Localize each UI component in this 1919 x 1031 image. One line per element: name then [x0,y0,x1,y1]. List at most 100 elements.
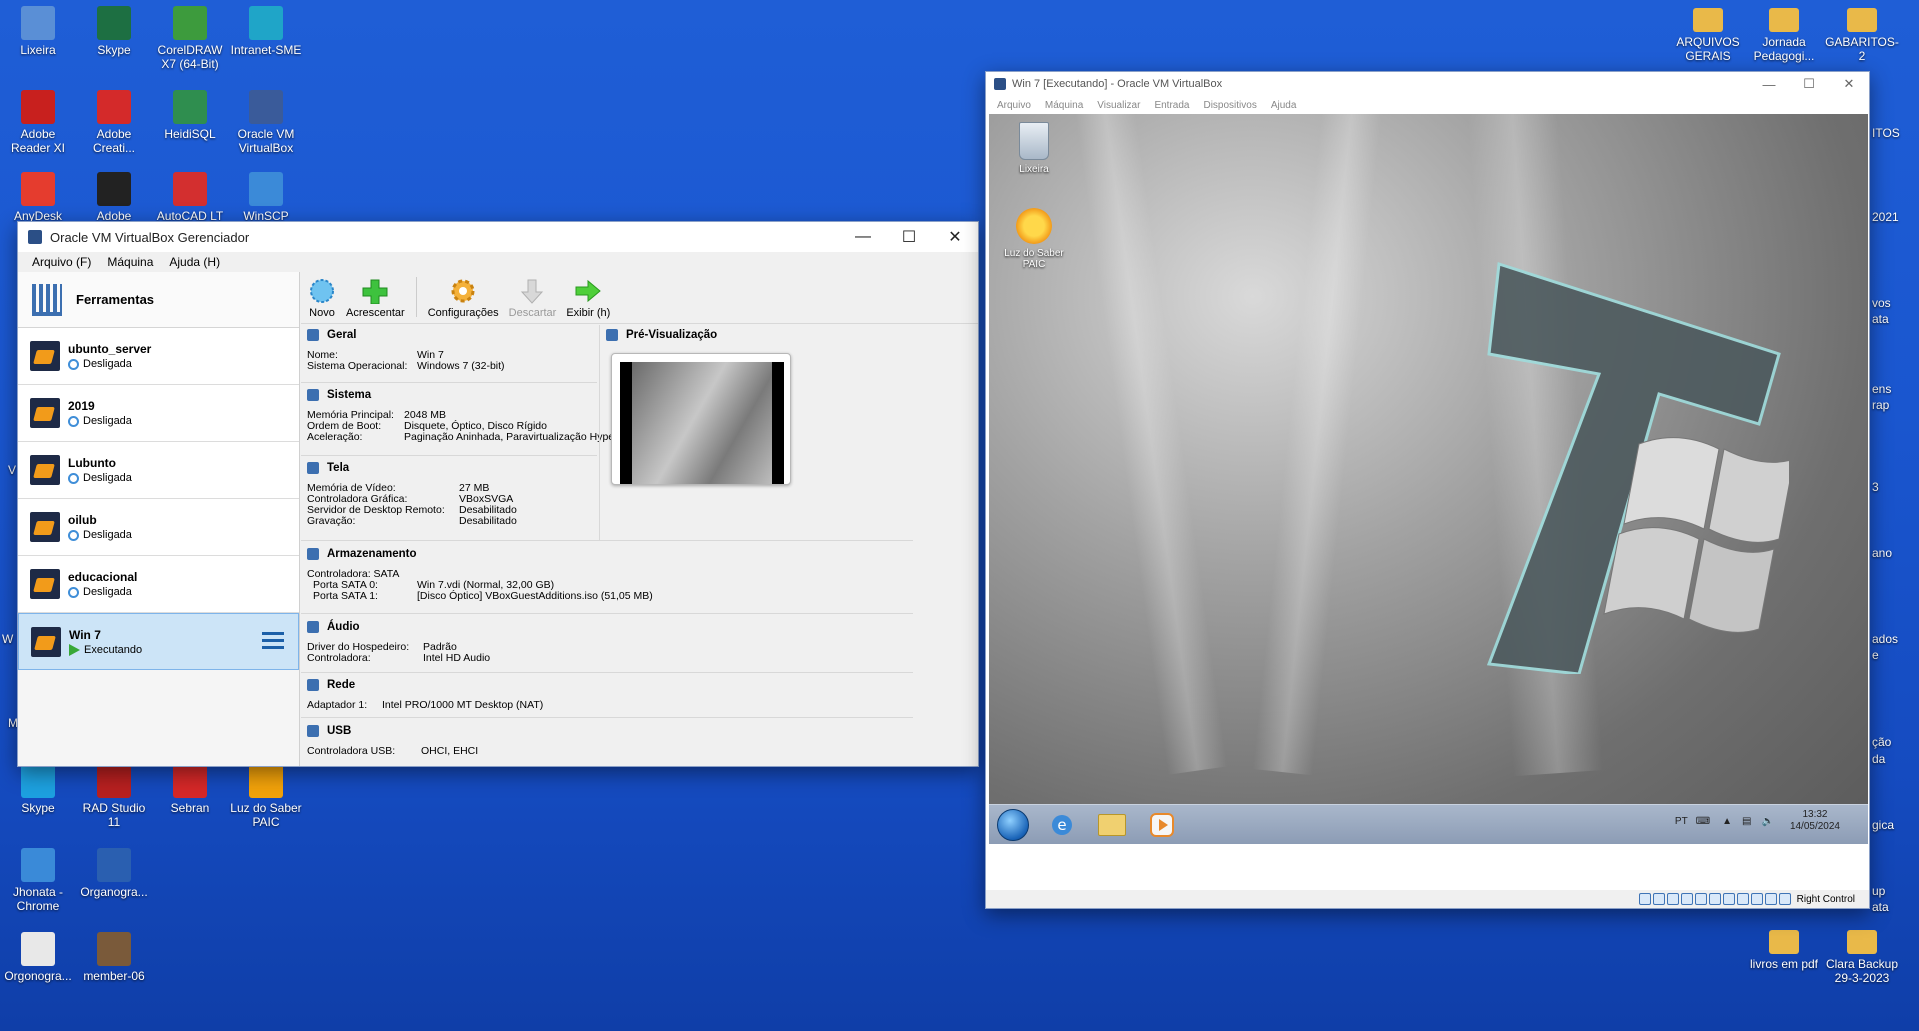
guest-menu-arquivo[interactable]: Arquivo [990,100,1038,111]
start-button[interactable] [997,808,1029,841]
acrescentar-button[interactable]: Acrescentar [341,278,410,323]
guest-menu-dispositivos[interactable]: Dispositivos [1196,100,1263,111]
mouse-status-icon[interactable] [1764,893,1777,905]
section-header[interactable]: Tela [301,458,599,478]
recording-status-icon[interactable] [1736,893,1749,905]
desktop-icon-15[interactable]: Luz do Saber PAIC [228,764,304,829]
keyboard-status-icon[interactable] [1778,893,1791,905]
minimize-button[interactable]: — [840,222,886,252]
section-header[interactable]: Áudio [301,617,599,637]
desktop-icon-jornada[interactable]: Jornada Pedagogi... [1746,8,1822,63]
vm-info: Win 7 Executando [69,628,142,656]
section-header[interactable]: Geral [301,325,599,345]
minimize-button[interactable]: — [1749,77,1789,92]
hdd-status-icon[interactable] [1638,893,1651,905]
section-header[interactable]: Pré-Visualização [600,325,799,345]
desktop-icon-6[interactable]: HeidiSQL [152,90,228,141]
desktop-icon-16[interactable]: Jhonata - Chrome [0,848,76,913]
optical-status-icon[interactable] [1652,893,1665,905]
guest-menu-maquina[interactable]: Máquina [1038,100,1090,111]
tools-item[interactable]: Ferramentas [18,272,299,328]
desktop-icon-7[interactable]: Oracle VM VirtualBox [228,90,304,155]
desktop-partial-label: W [2,632,14,646]
keyboard-icon[interactable]: ⌨ [1696,816,1710,827]
guest-menu-entrada[interactable]: Entrada [1147,100,1196,111]
desktop-icon-arquivos-gerais[interactable]: ARQUIVOS GERAIS [1670,8,1746,63]
vm-details-menu-icon[interactable] [262,632,284,652]
desktop-icon-4[interactable]: Adobe Reader XI [0,90,76,155]
desktop-icon-2[interactable]: CorelDRAW X7 (64-Bit) [152,6,228,71]
volume-icon[interactable]: 🔈 [1761,816,1773,827]
menu-arquivo[interactable]: Arquivo (F) [24,255,99,269]
guest-desktop-icon-luz-do-saber[interactable]: Luz do Saber PAIC [999,208,1069,270]
desktop-icon-19[interactable]: member-06 [76,932,152,983]
desktop-icon-0[interactable]: Lixeira [0,6,76,57]
desktop-icon-11[interactable]: WinSCP [228,172,304,223]
guest-screen[interactable]: Lixeira Luz do Saber PAIC e PT ⌨ ▲ ▤ 🔈 1… [989,114,1868,844]
divider [301,613,913,614]
virtualbox-icon [994,78,1006,90]
desktop-icon-gabaritos[interactable]: GABARITOS-2 [1824,8,1900,63]
desktop-icon-14[interactable]: Sebran [152,764,228,815]
system-tray: PT ⌨ ▲ ▤ 🔈 13:32 14/05/2024 [1675,809,1840,833]
heidisql-icon [173,90,207,124]
usb-status-icon[interactable] [1694,893,1707,905]
desktop-icon-17[interactable]: Organogra... [76,848,152,899]
cpu-status-icon[interactable] [1750,893,1763,905]
desktop-icon-5[interactable]: Adobe Creati... [76,90,152,155]
explorer-taskbar-button[interactable] [1095,810,1129,840]
vm-list-item[interactable]: Win 7 Executando [18,613,299,670]
desktop-icon-9[interactable]: Adobe [76,172,152,223]
menu-maquina[interactable]: Máquina [99,255,161,269]
shared-folder-status-icon[interactable] [1708,893,1721,905]
section-header[interactable]: Rede [301,675,801,695]
network-status-icon[interactable] [1680,893,1693,905]
manager-titlebar[interactable]: Oracle VM VirtualBox Gerenciador — ☐ ✕ [18,222,978,252]
guest-titlebar[interactable]: Win 7 [Executando] - Oracle VM VirtualBo… [986,72,1869,96]
pdf-icon [21,932,55,966]
vm-list-item[interactable]: Lubunto Desligada [18,442,299,499]
clock[interactable]: 13:32 14/05/2024 [1790,809,1840,833]
close-button[interactable]: ✕ [932,222,978,252]
desktop-icon-18[interactable]: Orgonogra... [0,932,76,983]
power-off-icon [68,586,79,598]
close-button[interactable]: ✕ [1829,76,1869,92]
guest-menu-visualizar[interactable]: Visualizar [1090,100,1147,111]
desktop-icon-8[interactable]: AnyDesk [0,172,76,223]
audio-status-icon[interactable] [1666,893,1679,905]
desktop-icon-3[interactable]: Intranet-SME [228,6,304,57]
power-off-icon [68,529,79,541]
media-player-taskbar-button[interactable] [1145,810,1179,840]
desktop-icon-1[interactable]: Skype [76,6,152,57]
desktop-icon-10[interactable]: AutoCAD LT [152,172,228,223]
language-indicator[interactable]: PT [1675,816,1688,827]
vm-list-item[interactable]: oilub Desligada [18,499,299,556]
network-icon[interactable]: ▤ [1742,816,1751,827]
detail-row: Sistema Operacional: Windows 7 (32-bit) [307,360,505,372]
tray-expand-icon[interactable]: ▲ [1722,816,1732,827]
desktop-icon-livros[interactable]: livros em pdf [1746,930,1822,971]
detail-row: Controladora: Intel HD Audio [307,652,491,664]
maximize-button[interactable]: ☐ [1789,76,1829,92]
clock-time: 13:32 [1802,809,1828,820]
exibir-button[interactable]: Exibir (h) [561,278,615,323]
menu-ajuda[interactable]: Ajuda (H) [161,255,228,269]
section-header[interactable]: USB [301,721,599,741]
skype-icon [21,764,55,798]
vm-state-label: Desligada [83,586,132,598]
display-status-icon[interactable] [1722,893,1735,905]
ie-taskbar-button[interactable]: e [1045,810,1079,840]
desktop-icon-12[interactable]: Skype [0,764,76,815]
descartar-button[interactable]: Descartar [504,278,562,323]
desktop-icon-clara-backup[interactable]: Clara Backup 29-3-2023 [1824,930,1900,985]
configuracoes-button[interactable]: Configurações [423,278,504,323]
desktop-icon-13[interactable]: RAD Studio 11 [76,764,152,829]
vm-list-item[interactable]: ubunto_server Desligada [18,328,299,385]
section-header[interactable]: Armazenamento [301,544,801,564]
vm-list-item[interactable]: 2019 Desligada [18,385,299,442]
vm-list-item[interactable]: educacional Desligada [18,556,299,613]
guest-desktop-icon-lixeira[interactable]: Lixeira [999,122,1069,175]
guest-menu-ajuda[interactable]: Ajuda [1264,100,1304,111]
maximize-button[interactable]: ☐ [886,222,932,252]
novo-button[interactable]: Novo [303,278,341,323]
